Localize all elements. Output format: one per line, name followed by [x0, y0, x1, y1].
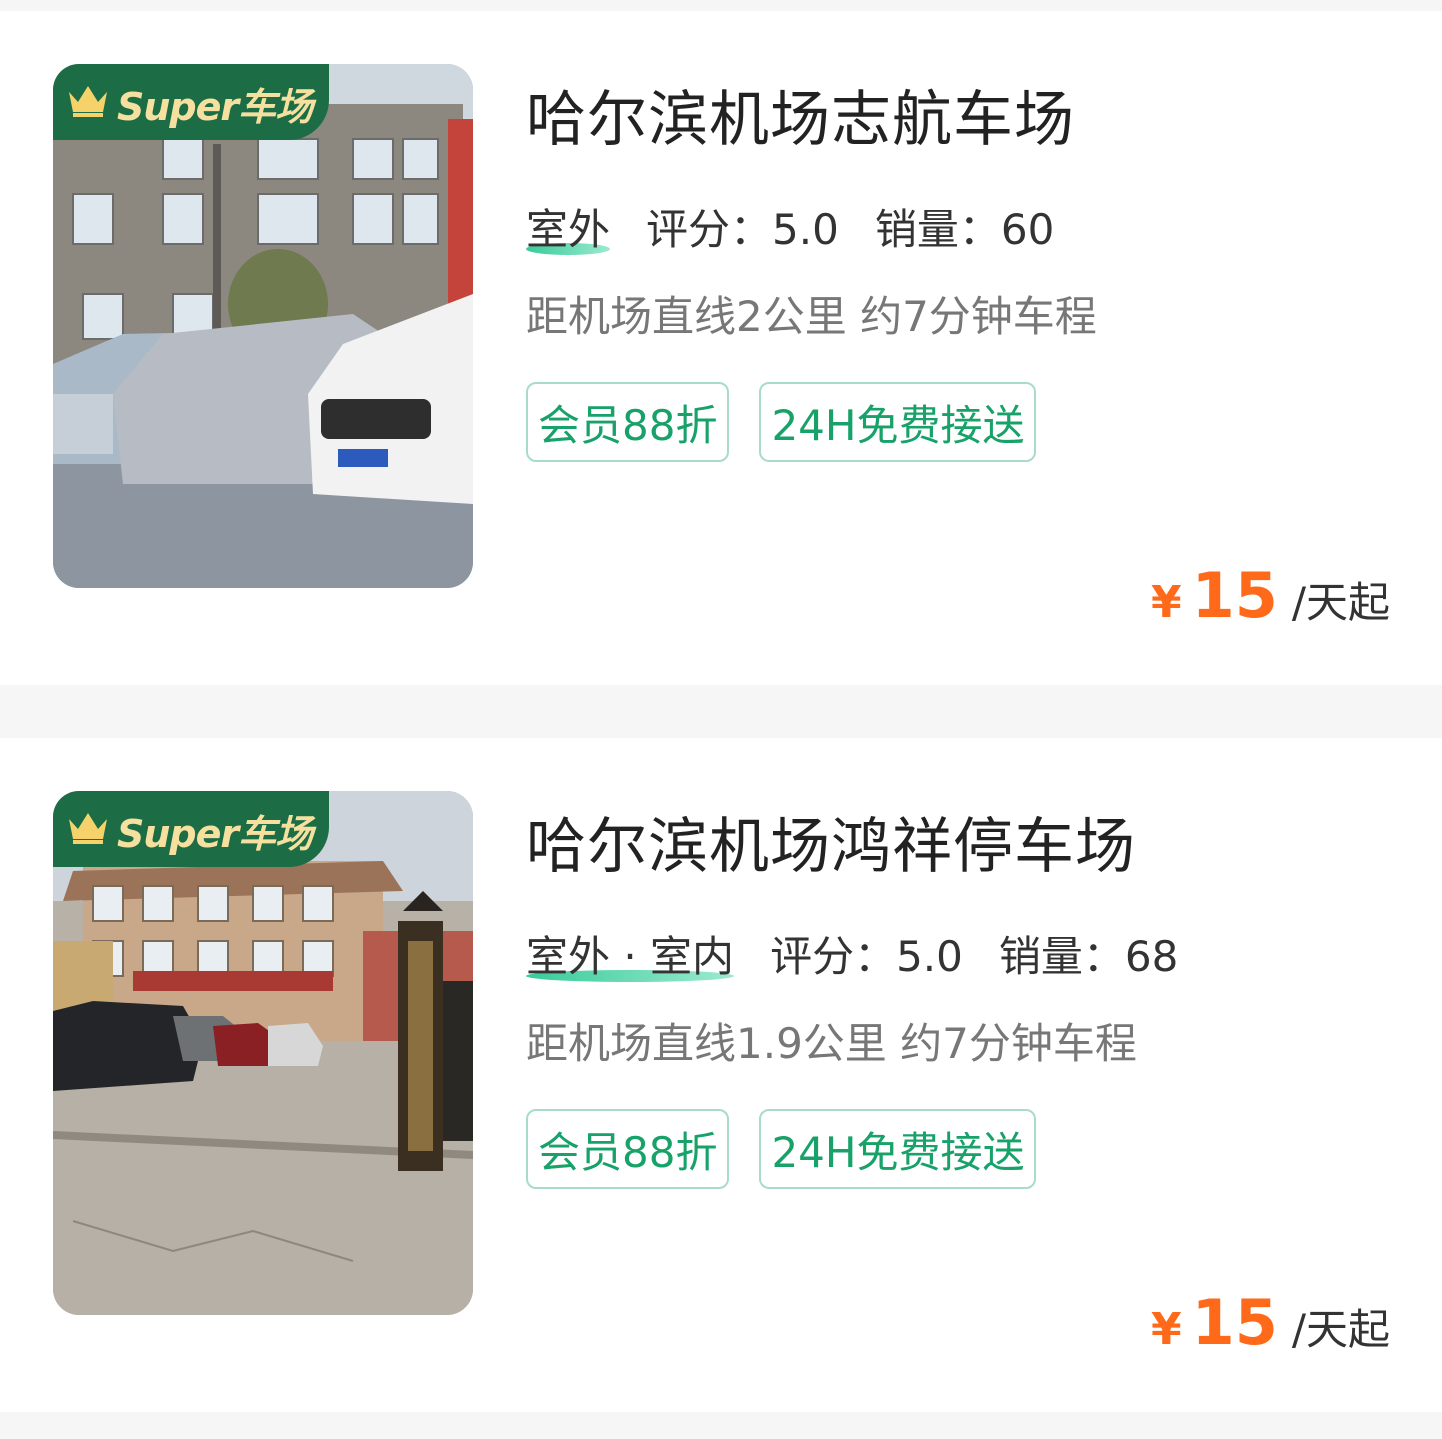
parking-lot-name[interactable]: 哈尔滨机场志航车场	[526, 71, 1075, 158]
location-type-text: 室外 · 室内	[526, 932, 735, 981]
sales-value: 68	[1124, 932, 1179, 981]
price: ¥ 15 /天起	[1151, 1286, 1390, 1359]
price-unit: /天起	[1291, 578, 1390, 627]
meta-row: 室外 评分：5.0 销量：60	[526, 196, 1090, 257]
tag-list: 会员88折 24H免费接送	[526, 1109, 1066, 1189]
crown-icon	[69, 813, 107, 844]
tag-free-shuttle: 24H免费接送	[759, 1109, 1037, 1189]
location-type: 室外 · 室内	[526, 923, 735, 984]
parking-lot-name[interactable]: 哈尔滨机场鸿祥停车场	[526, 798, 1136, 885]
rating-label: 评分：	[770, 932, 897, 981]
sales-value: 60	[1000, 205, 1055, 254]
sales: 销量：60	[875, 196, 1054, 257]
parking-lot-photo[interactable]: Super车场	[53, 791, 473, 1315]
rating-label: 评分：	[646, 205, 773, 254]
rating-value: 5.0	[896, 932, 963, 981]
super-badge-label: Super车场	[117, 85, 313, 129]
super-badge: Super车场	[53, 64, 329, 140]
rating: 评分：5.0	[770, 923, 963, 984]
sales-label: 销量：	[998, 932, 1125, 981]
price: ¥ 15 /天起	[1151, 559, 1390, 632]
tag-member-discount: 会员88折	[526, 382, 730, 462]
price-unit: /天起	[1291, 1305, 1390, 1354]
rating-value: 5.0	[772, 205, 839, 254]
tag-free-shuttle: 24H免费接送	[759, 382, 1037, 462]
location-type: 室外	[526, 196, 611, 257]
location-type-text: 室外	[526, 205, 611, 254]
parking-lot-image	[53, 791, 473, 1315]
distance-text: 距机场直线1.9公里 约7分钟车程	[526, 1019, 1137, 1068]
parking-lot-card[interactable]: Super车场 哈尔滨机场志航车场 室外 评分：5.0 销量：60 距机场直线2…	[0, 11, 1442, 685]
crown-icon	[69, 86, 107, 117]
parking-lot-card[interactable]: Super车场 哈尔滨机场鸿祥停车场 室外 · 室内 评分：5.0 销量：68 …	[0, 738, 1442, 1412]
sales-label: 销量：	[874, 205, 1001, 254]
currency-symbol: ¥	[1150, 577, 1182, 628]
rating: 评分：5.0	[646, 196, 839, 257]
super-badge: Super车场	[53, 791, 329, 867]
parking-lot-photo[interactable]: Super车场	[53, 64, 473, 588]
tag-list: 会员88折 24H免费接送	[526, 382, 1066, 462]
sales: 销量：68	[999, 923, 1178, 984]
price-value: 15	[1191, 1286, 1278, 1359]
tag-member-discount: 会员88折	[526, 1109, 730, 1189]
parking-lot-image	[53, 64, 473, 588]
meta-row: 室外 · 室内 评分：5.0 销量：68	[526, 923, 1214, 984]
price-value: 15	[1191, 559, 1278, 632]
currency-symbol: ¥	[1150, 1304, 1182, 1355]
super-badge-label: Super车场	[117, 812, 313, 856]
distance-text: 距机场直线2公里 约7分钟车程	[526, 292, 1097, 341]
